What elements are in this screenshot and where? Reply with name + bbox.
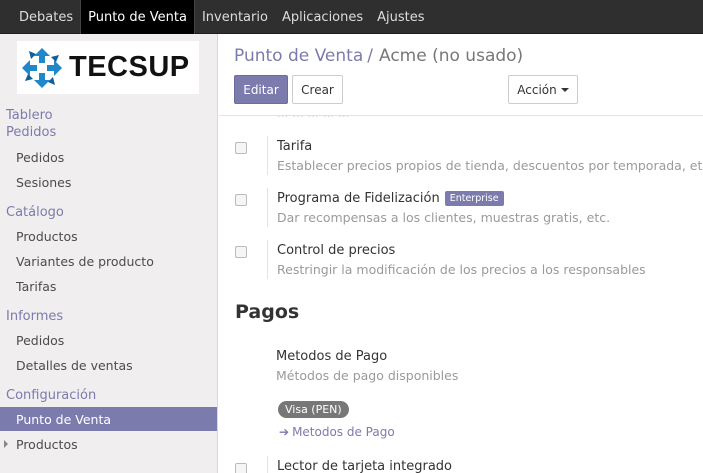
breadcrumb-current: Acme (no usado) [379, 46, 524, 66]
sidebar-head-configuracion[interactable]: Configuración [6, 388, 96, 403]
tecsup-logo-icon [22, 47, 62, 88]
breadcrumb-parent[interactable]: Punto de Venta [234, 46, 363, 66]
menu-debates[interactable]: Debates [12, 0, 80, 34]
sidebar-item-label: Pedidos [16, 332, 65, 348]
breadcrumb: Punto de Venta / Acme (no usado) [234, 46, 523, 66]
action-dropdown-button[interactable]: Acción [508, 75, 578, 104]
settings-form[interactable]: ··· ··· ··· ··· ··· Tarifa Establecer pr… [219, 116, 703, 473]
breadcrumb-separator: / [367, 46, 373, 66]
main-area: Punto de Venta / Acme (no usado) Editar … [219, 34, 703, 473]
menu-inventario[interactable]: Inventario [195, 0, 275, 34]
sidebar-item-variantes[interactable]: Variantes de producto [0, 249, 217, 273]
setting-description: Dar recompensas a los clientes, muestras… [277, 210, 611, 225]
sidebar-item-label: Productos [16, 436, 78, 452]
setting-title: Metodos de Pago [276, 348, 388, 364]
control-precios-checkbox[interactable] [235, 246, 247, 258]
setting-description: Métodos de pago disponibles [276, 368, 459, 383]
edit-button[interactable]: Editar [234, 75, 288, 104]
sidebar-item-pedidos[interactable]: Pedidos [0, 145, 217, 169]
top-navbar: Debates Punto de Venta Inventario Aplica… [0, 0, 703, 34]
setting-title: Tarifa [277, 138, 313, 154]
sidebar-item-label: Detalles de ventas [16, 357, 133, 373]
sidebar-head-pedidos[interactable]: Pedidos [6, 125, 56, 140]
setting-body: Control de precios Restringir la modific… [267, 240, 697, 279]
setting-metodos-pago: Metodos de Pago Métodos de pago disponib… [276, 346, 458, 385]
sidebar-item-label: Pedidos [16, 149, 65, 165]
sidebar-item-productos[interactable]: Productos [0, 224, 217, 248]
setting-description: Restringir la modificación de los precio… [277, 262, 646, 277]
setting-description: Establecer precios propios de tienda, de… [277, 158, 703, 173]
link-label: Metodos de Pago [292, 425, 395, 439]
fidelizacion-checkbox[interactable] [235, 194, 247, 206]
sidebar-head-catalogo[interactable]: Catálogo [6, 205, 64, 220]
lector-tarjeta-checkbox[interactable] [235, 463, 247, 473]
payment-method-tag[interactable]: Visa (PEN) [278, 401, 349, 418]
setting-title: Lector de tarjeta integrado [277, 458, 452, 473]
tarifa-checkbox[interactable] [235, 142, 247, 154]
setting-body: Programa de Fidelización Enterprise Dar … [267, 188, 697, 227]
sidebar-item-label: Sesiones [16, 174, 72, 190]
create-button[interactable]: Crear [292, 75, 343, 104]
caret-down-icon [560, 87, 569, 92]
sidebar-item-config-punto-de-venta[interactable]: Punto de Venta [0, 407, 217, 431]
metodos-pago-link[interactable]: ➔ Metodos de Pago [279, 425, 395, 439]
sidebar-head-informes[interactable]: Informes [6, 309, 63, 324]
menu-punto-de-venta[interactable]: Punto de Venta [80, 0, 195, 34]
setting-title: Control de precios [277, 242, 396, 258]
sidebar-item-sesiones[interactable]: Sesiones [0, 170, 217, 194]
setting-title-row: Programa de Fidelización Enterprise [277, 188, 697, 208]
arrow-right-icon: ➔ [279, 425, 290, 439]
app-menu: Debates Punto de Venta Inventario Aplica… [12, 0, 432, 34]
setting-title: Programa de Fidelización [277, 190, 440, 206]
sidebar-item-informes-pedidos[interactable]: Pedidos [0, 328, 217, 352]
caret-right-icon [4, 440, 8, 448]
enterprise-badge: Enterprise [444, 190, 504, 206]
logo-text: TECSUP [69, 51, 190, 83]
menu-ajustes[interactable]: Ajustes [370, 0, 431, 34]
sidebar: TECSUP Tablero Pedidos Pedidos Sesiones … [0, 34, 218, 473]
sidebar-item-config-productos[interactable]: Productos [0, 432, 217, 456]
sidebar-head-tablero[interactable]: Tablero [6, 108, 53, 123]
sidebar-item-label: Punto de Venta [16, 411, 112, 427]
section-title-pagos: Pagos [235, 301, 300, 323]
sidebar-item-label: Tarifas [16, 278, 57, 294]
clipped-previous-setting: ··· ··· ··· ··· ··· [277, 116, 577, 119]
menu-aplicaciones[interactable]: Aplicaciones [275, 0, 370, 34]
setting-body: Lector de tarjeta integrado [267, 456, 697, 473]
sidebar-item-label: Productos [16, 228, 78, 244]
sidebar-item-label: Variantes de producto [16, 253, 154, 269]
setting-body: Tarifa Establecer precios propios de tie… [267, 136, 703, 175]
sidebar-item-tarifas[interactable]: Tarifas [0, 274, 217, 298]
action-label: Acción [517, 82, 557, 97]
sidebar-item-detalles-ventas[interactable]: Detalles de ventas [0, 353, 217, 377]
control-panel: Punto de Venta / Acme (no usado) Editar … [219, 34, 703, 116]
company-logo[interactable]: TECSUP [17, 41, 199, 94]
